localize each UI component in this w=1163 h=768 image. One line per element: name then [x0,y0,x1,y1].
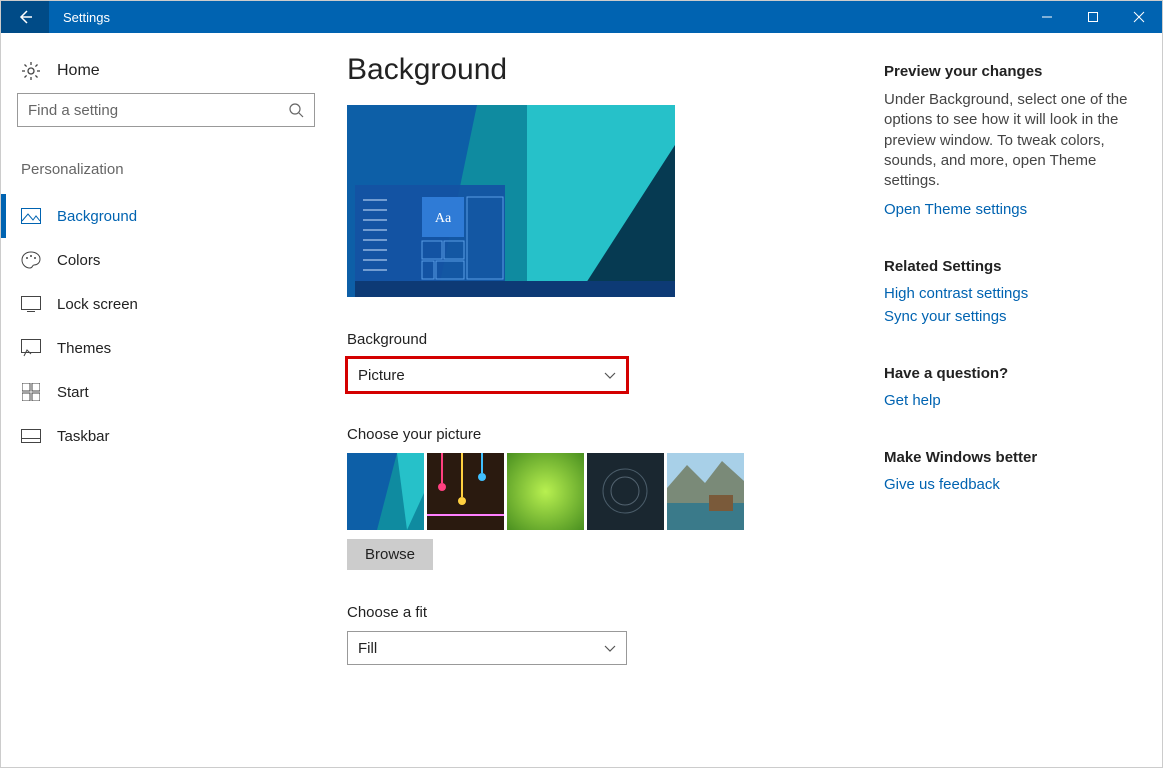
palette-icon [21,250,41,270]
sidebar: Home Find a setting Personalization Back… [1,33,331,767]
home-label: Home [57,62,100,80]
sidebar-item-label: Lock screen [57,296,138,313]
close-icon [1133,11,1145,23]
related-heading: Related Settings [884,258,1138,275]
preview-heading: Preview your changes [884,63,1138,80]
sidebar-item-label: Themes [57,340,111,357]
picture-thumb-4[interactable] [587,453,664,530]
maximize-icon [1087,11,1099,23]
picture-thumb-1[interactable] [347,453,424,530]
choose-fit-label: Choose a fit [347,604,884,621]
fit-dropdown-value: Fill [358,640,377,657]
brush-icon [21,338,41,358]
fit-dropdown[interactable]: Fill [347,631,627,665]
search-placeholder: Find a setting [28,102,118,119]
sync-settings-link[interactable]: Sync your settings [884,308,1138,325]
settings-window: Settings Home Find a setting [0,0,1163,768]
sidebar-item-themes[interactable]: Themes [17,326,315,370]
minimize-button[interactable] [1024,1,1070,33]
feedback-link[interactable]: Give us feedback [884,476,1138,493]
chevron-down-icon [604,367,616,384]
sidebar-item-background[interactable]: Background [17,194,315,238]
sidebar-item-lockscreen[interactable]: Lock screen [17,282,315,326]
sidebar-item-label: Taskbar [57,428,110,445]
monitor-icon [21,294,41,314]
picture-thumb-2[interactable] [427,453,504,530]
right-panel: Preview your changes Under Background, s… [884,33,1162,767]
picture-thumb-5[interactable] [667,453,744,530]
search-icon [288,102,304,118]
sidebar-item-taskbar[interactable]: Taskbar [17,414,315,458]
start-icon [21,382,41,402]
back-button[interactable] [1,1,49,33]
choose-picture-label: Choose your picture [347,426,884,443]
maximize-button[interactable] [1070,1,1116,33]
section-label: Personalization [17,155,315,194]
home-nav[interactable]: Home [17,55,315,93]
question-heading: Have a question? [884,365,1138,382]
taskbar-icon [21,426,41,446]
chevron-down-icon [604,640,616,657]
sidebar-item-label: Background [57,208,137,225]
browse-button[interactable]: Browse [347,539,433,570]
minimize-icon [1041,11,1053,23]
better-heading: Make Windows better [884,449,1138,466]
search-input[interactable]: Find a setting [17,93,315,127]
preview-description: Under Background, select one of the opti… [884,90,1138,191]
main-content: Background Aa [331,33,884,767]
picture-icon [21,206,41,226]
background-dropdown[interactable]: Picture [347,358,627,392]
picture-thumbnails [347,453,884,530]
sidebar-item-colors[interactable]: Colors [17,238,315,282]
desktop-preview: Aa [347,105,675,297]
sidebar-item-label: Colors [57,252,100,269]
sidebar-item-label: Start [57,384,89,401]
arrow-left-icon [17,9,33,25]
high-contrast-link[interactable]: High contrast settings [884,285,1138,302]
gear-icon [21,61,41,81]
titlebar: Settings [1,1,1162,33]
background-dropdown-value: Picture [358,367,405,384]
open-theme-settings-link[interactable]: Open Theme settings [884,201,1138,218]
close-button[interactable] [1116,1,1162,33]
page-title: Background [347,53,884,87]
background-label: Background [347,331,884,348]
sidebar-item-start[interactable]: Start [17,370,315,414]
preview-sample-text: Aa [435,211,452,226]
get-help-link[interactable]: Get help [884,392,1138,409]
picture-thumb-3[interactable] [507,453,584,530]
window-title: Settings [49,10,110,25]
